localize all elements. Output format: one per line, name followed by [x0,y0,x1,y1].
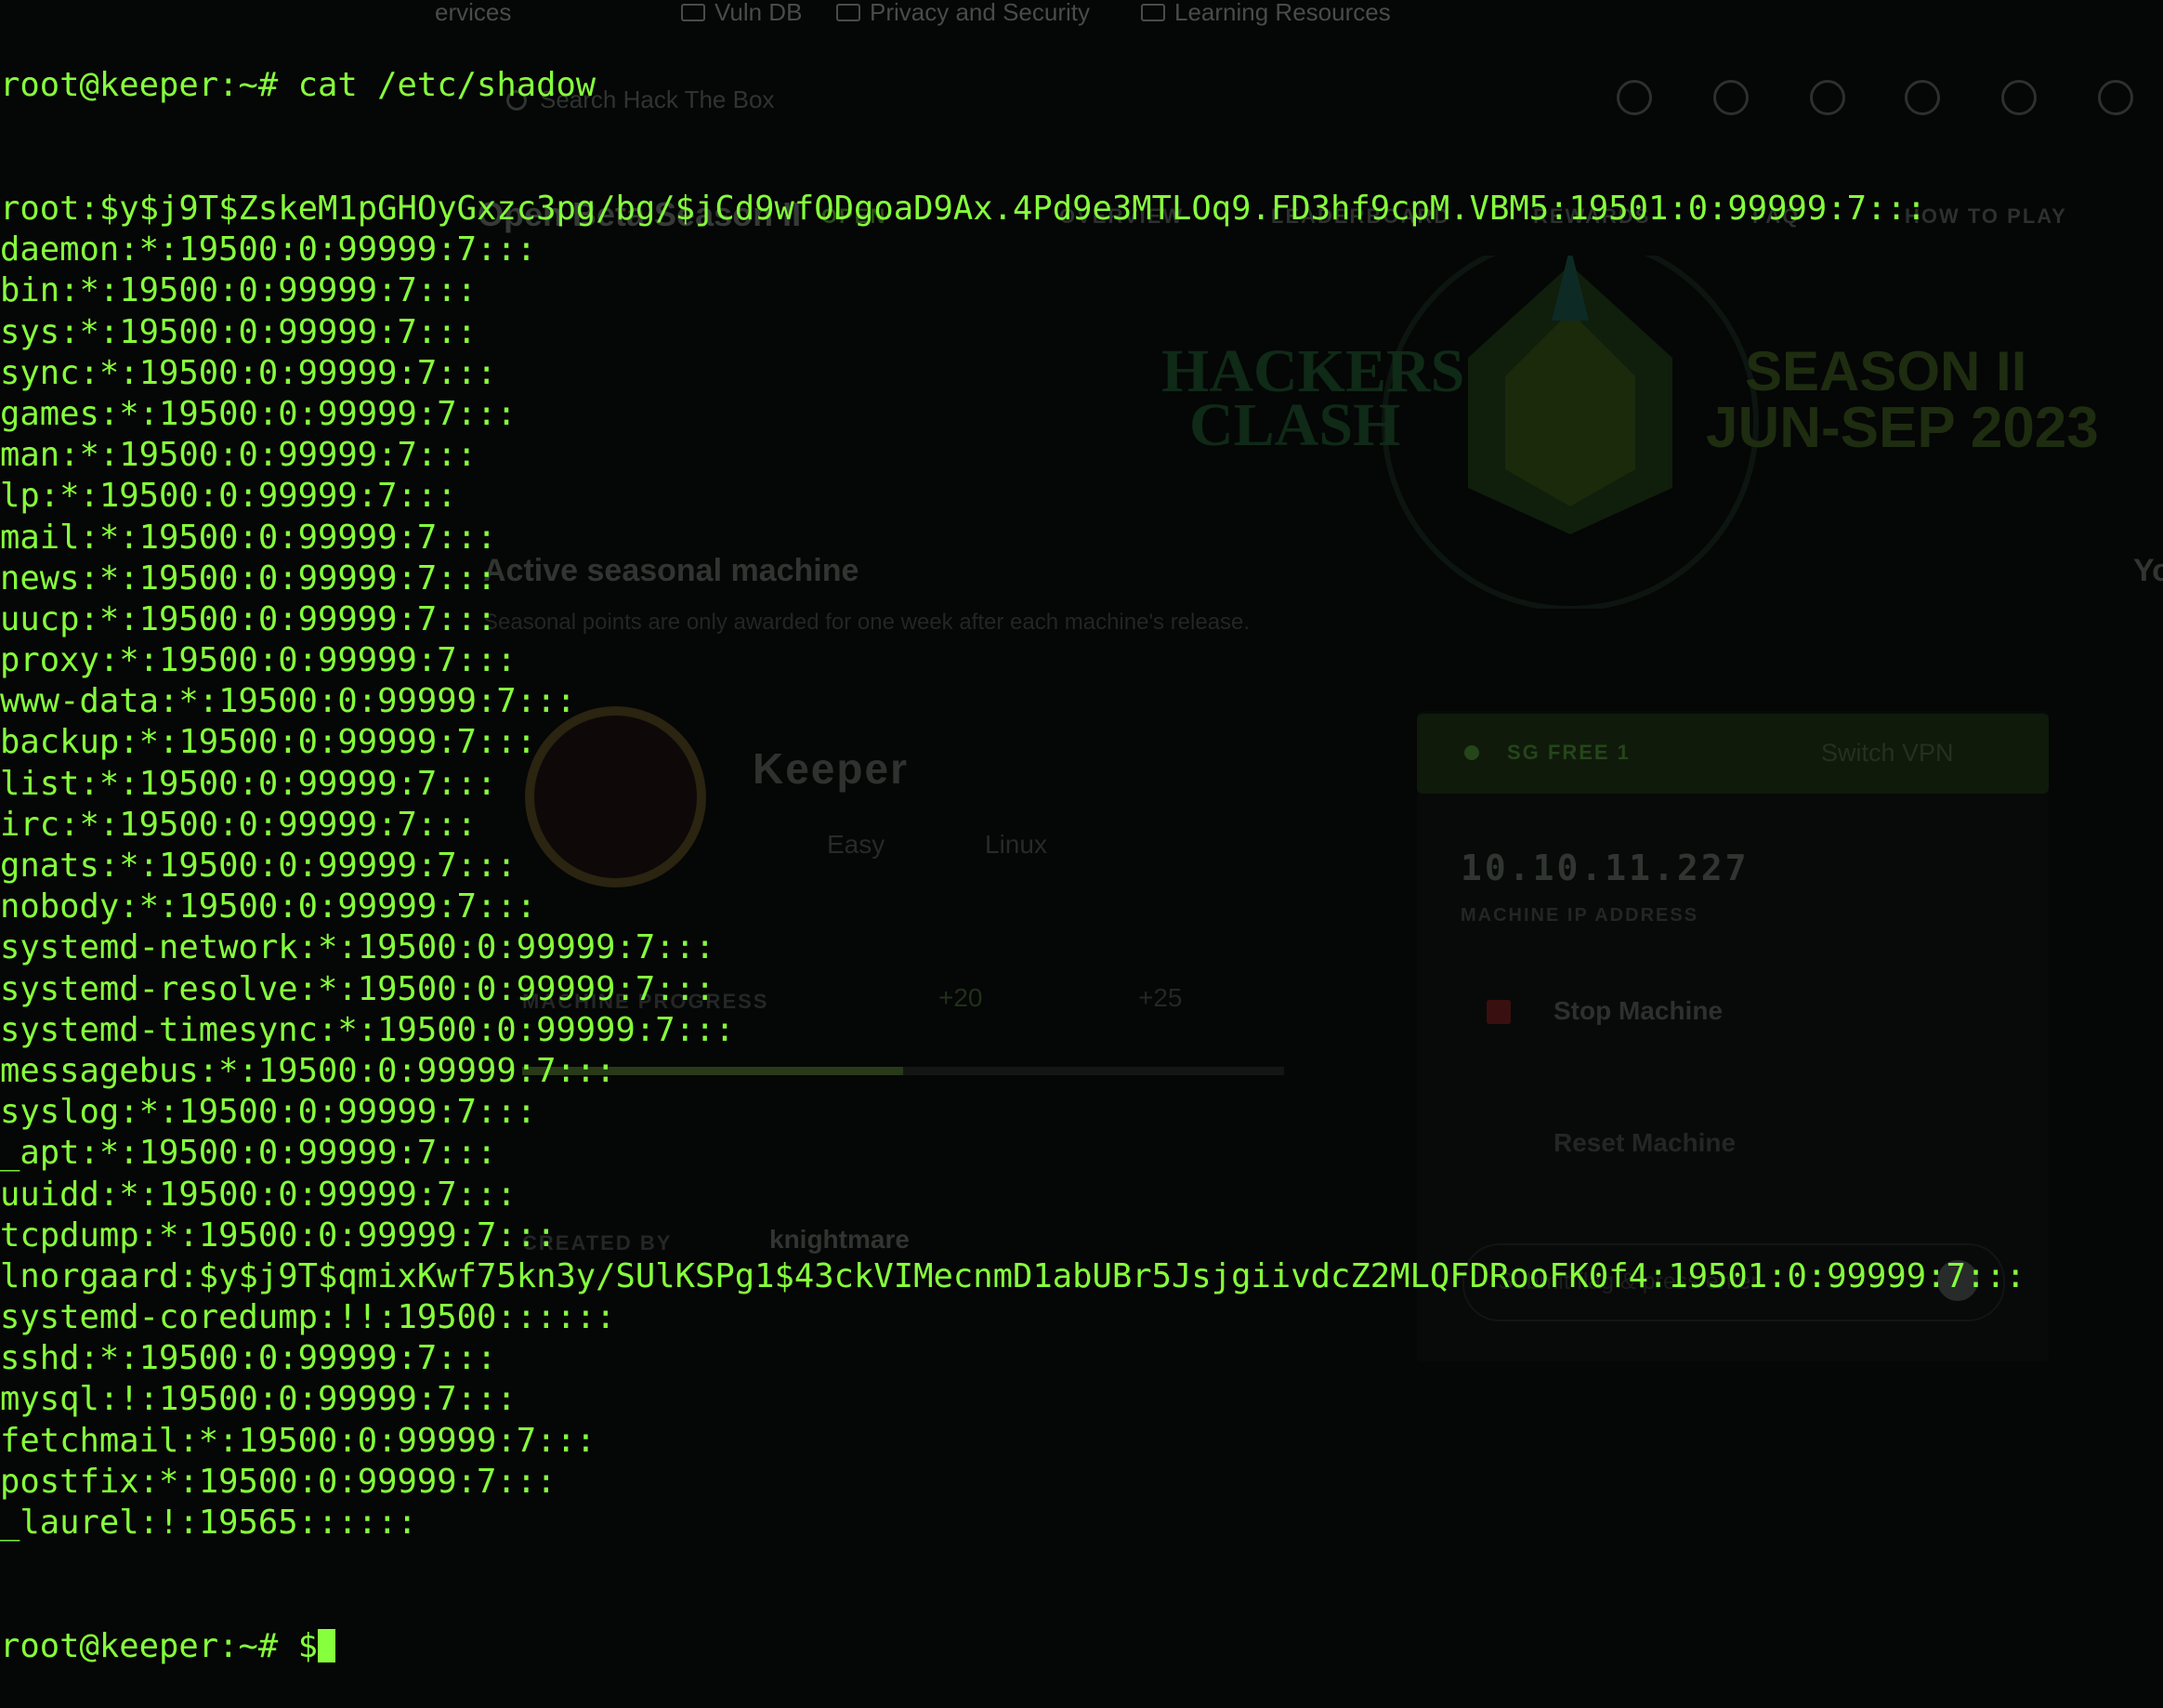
shadow-entry: proxy:*:19500:0:99999:7::: [0,641,517,680]
shadow-entry: daemon:*:19500:0:99999:7::: [0,230,537,269]
shadow-entry: lp:*:19500:0:99999:7::: [0,477,457,516]
terminal-output[interactable]: root@keeper:~# cat /etc/shadow root:$y$j… [0,0,2025,1708]
terminal-prompt: root@keeper:~# $ [0,1626,318,1665]
shadow-entry: uucp:*:19500:0:99999:7::: [0,599,497,638]
shadow-entry: man:*:19500:0:99999:7::: [0,436,477,475]
shadow-entry: messagebus:*:19500:0:99999:7::: [0,1051,616,1090]
shadow-entry: tcpdump:*:19500:0:99999:7::: [0,1215,557,1255]
shadow-entry: fetchmail:*:19500:0:99999:7::: [0,1421,596,1460]
shadow-file-lines: root:$y$j9T$ZskeM1pGHOyGxzc3pg/bg/$jCd9w… [0,189,2025,1544]
shadow-entry: uuidd:*:19500:0:99999:7::: [0,1175,517,1214]
shadow-entry: games:*:19500:0:99999:7::: [0,394,517,433]
shadow-entry: gnats:*:19500:0:99999:7::: [0,847,517,885]
shadow-entry: mail:*:19500:0:99999:7::: [0,518,497,557]
shadow-entry: systemd-timesync:*:19500:0:99999:7::: [0,1010,735,1049]
shadow-entry: www-data:*:19500:0:99999:7::: [0,682,576,721]
shadow-entry: backup:*:19500:0:99999:7::: [0,723,537,762]
terminal-prompt-line[interactable]: root@keeper:~# $ [0,1626,2025,1667]
shadow-entry: mysql:!:19500:0:99999:7::: [0,1380,517,1419]
shadow-entry: nobody:*:19500:0:99999:7::: [0,887,537,926]
shadow-entry: sys:*:19500:0:99999:7::: [0,312,477,351]
notifications-icon[interactable] [2098,80,2133,115]
shadow-entry: _apt:*:19500:0:99999:7::: [0,1134,497,1173]
shadow-entry: systemd-resolve:*:19500:0:99999:7::: [0,969,715,1008]
shadow-entry: syslog:*:19500:0:99999:7::: [0,1093,537,1132]
shadow-entry: lnorgaard:$y$j9T$qmixKwf75kn3y/SUlKSPg1$… [0,1256,2026,1295]
terminal-cursor [317,1628,335,1662]
shadow-entry: list:*:19500:0:99999:7::: [0,764,497,803]
shadow-entry: systemd-network:*:19500:0:99999:7::: [0,928,715,967]
right-heading-fragment: Yo [2133,553,2163,588]
terminal-command-line: root@keeper:~# cat /etc/shadow [0,66,596,105]
shadow-entry: news:*:19500:0:99999:7::: [0,558,497,598]
shadow-entry: sync:*:19500:0:99999:7::: [0,353,497,392]
shadow-entry: root:$y$j9T$ZskeM1pGHOyGxzc3pg/bg/$jCd9w… [0,190,1927,228]
shadow-entry: systemd-coredump:!!:19500:::::: [0,1298,616,1337]
shadow-entry: bin:*:19500:0:99999:7::: [0,271,477,310]
shadow-entry: sshd:*:19500:0:99999:7::: [0,1339,497,1378]
shadow-entry: irc:*:19500:0:99999:7::: [0,805,477,844]
shadow-entry: postfix:*:19500:0:99999:7::: [0,1462,557,1501]
shadow-entry: _laurel:!:19565:::::: [0,1504,417,1542]
